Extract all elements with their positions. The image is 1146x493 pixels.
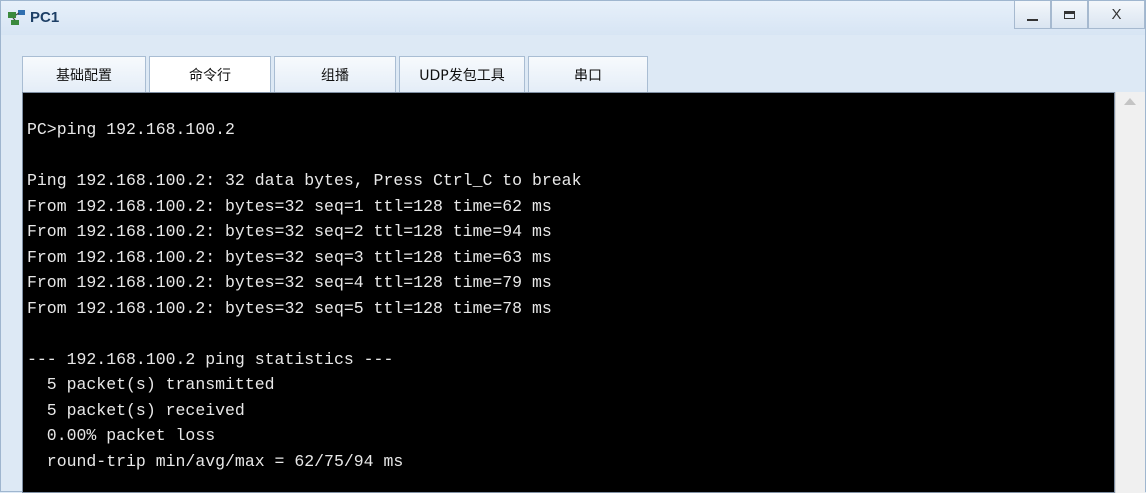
tab-label: 命令行	[189, 67, 231, 84]
tab-serial[interactable]: 串口	[528, 56, 648, 92]
terminal-scrollbar[interactable]	[1115, 92, 1145, 493]
window-title: PC1	[30, 9, 60, 26]
tab-label: 基础配置	[56, 67, 112, 84]
minimize-icon	[1027, 18, 1038, 21]
terminal-line: round-trip min/avg/max = 62/75/94 ms	[27, 451, 404, 471]
terminal-line: --- 192.168.100.2 ping statistics ---	[27, 349, 394, 369]
maximize-button[interactable]	[1051, 1, 1088, 29]
terminal-line: 0.00% packet loss	[27, 426, 216, 445]
network-pc-icon	[7, 9, 27, 27]
tab-basic-config[interactable]: 基础配置	[22, 56, 146, 92]
close-button[interactable]: X	[1088, 1, 1145, 29]
terminal-text: PC>ping 192.168.100.2 Ping 192.168.100.2…	[23, 93, 1114, 474]
terminal-line: 5 packet(s) transmitted	[27, 375, 275, 394]
maximize-icon	[1064, 10, 1075, 19]
tab-multicast[interactable]: 组播	[274, 56, 396, 92]
terminal-line: From 192.168.100.2: bytes=32 seq=2 ttl=1…	[27, 222, 552, 241]
tab-udp-tool[interactable]: UDP发包工具	[399, 56, 525, 92]
terminal-line: From 192.168.100.2: bytes=32 seq=3 ttl=1…	[27, 247, 552, 267]
tab-command-line[interactable]: 命令行	[149, 56, 271, 92]
terminal-line: From 192.168.100.2: bytes=32 seq=1 ttl=1…	[27, 196, 552, 216]
terminal-output[interactable]: PC>ping 192.168.100.2 Ping 192.168.100.2…	[22, 92, 1115, 493]
tab-label: 组播	[321, 67, 349, 84]
terminal-line: From 192.168.100.2: bytes=32 seq=4 ttl=1…	[27, 273, 552, 292]
scroll-up-arrow-icon[interactable]	[1124, 98, 1136, 105]
title-bar[interactable]: PC1 X	[1, 1, 1145, 35]
terminal-line: Ping 192.168.100.2: 32 data bytes, Press…	[27, 171, 582, 190]
tab-label: UDP发包工具	[419, 67, 505, 84]
tab-label: 串口	[574, 67, 602, 84]
close-icon: X	[1111, 6, 1122, 23]
app-window: PC1 X 基础配置 命令行 组播 UDP发包工具 串口 PC>ping 192…	[0, 0, 1146, 493]
minimize-button[interactable]	[1014, 1, 1051, 29]
terminal-line: PC>ping 192.168.100.2	[27, 120, 235, 139]
terminal-line: From 192.168.100.2: bytes=32 seq=5 ttl=1…	[27, 298, 552, 318]
terminal-line: 5 packet(s) received	[27, 400, 245, 420]
